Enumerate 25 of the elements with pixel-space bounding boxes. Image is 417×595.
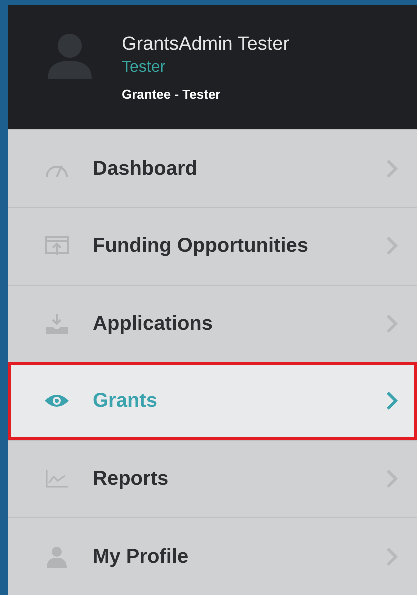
menu-item[interactable]: My Profile [8, 517, 417, 595]
upload-icon [44, 235, 70, 258]
chevron-right-icon [386, 236, 398, 256]
line-chart-icon [45, 469, 69, 490]
menu-label: Dashboard [93, 156, 198, 182]
eye-icon [44, 393, 70, 409]
chevron-right-icon [386, 469, 398, 490]
chevron-right-icon [386, 391, 398, 411]
user-role: Tester [122, 58, 167, 78]
person-icon [46, 546, 68, 568]
chevron-right-icon [386, 546, 398, 567]
menu-item[interactable]: Applications [8, 284, 417, 362]
chevron-right-icon [386, 158, 398, 179]
menu-label: Applications [93, 312, 214, 337]
menu-label: My Profile [93, 544, 189, 570]
menu-item[interactable]: Funding Opportunities [8, 207, 417, 285]
chevron-right-icon [386, 314, 398, 334]
menu-label: Grants [93, 389, 158, 414]
menu-item[interactable]: Reports [8, 440, 417, 518]
download-icon [44, 312, 70, 335]
menu-label: Funding Opportunities [93, 234, 309, 260]
menu-label: Reports [93, 467, 169, 492]
organization-label: Grantee - Tester [122, 86, 222, 104]
user-name: GrantsAdmin Tester [122, 33, 290, 57]
menu-item[interactable]: Dashboard [8, 129, 417, 208]
